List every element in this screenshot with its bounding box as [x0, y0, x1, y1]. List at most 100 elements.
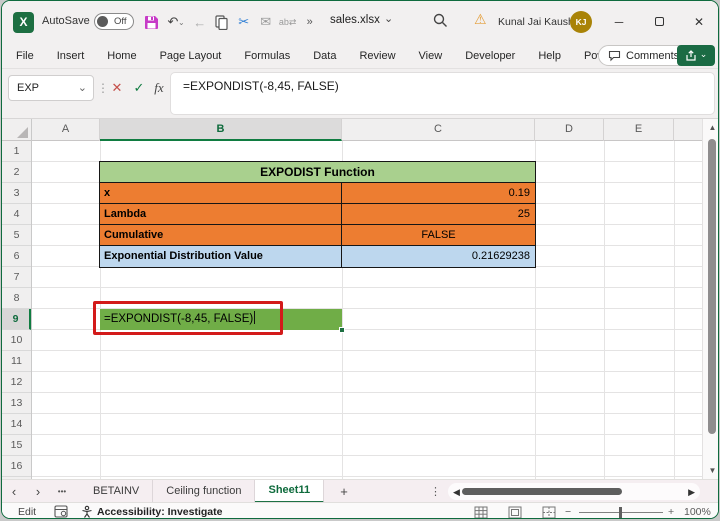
row-header-4[interactable]: 4 — [2, 204, 31, 225]
cell-b5-label[interactable]: Cumulative — [100, 225, 342, 245]
zoom-slider[interactable] — [579, 507, 663, 518]
tab-page-layout[interactable]: Page Layout — [160, 50, 222, 62]
excel-window: X AutoSave Off ↶ ⌄ ← ✂ ✉ ab⇄ » sales.xls… — [1, 0, 719, 519]
warning-icon[interactable]: ⚠ — [474, 11, 487, 28]
name-box-dropdown-icon[interactable]: ⌄ — [78, 76, 87, 100]
all-sheets-icon[interactable]: ••• — [50, 487, 74, 496]
accessibility-icon[interactable] — [80, 505, 94, 518]
table-title-cell[interactable]: EXPODIST Function — [100, 162, 535, 183]
cut-scissors-icon[interactable]: ✂ — [233, 11, 255, 33]
search-icon[interactable] — [432, 12, 449, 34]
zoom-out-button[interactable]: − — [565, 506, 571, 518]
row-header-1[interactable]: 1 — [2, 141, 31, 162]
sheet-nav-right-icon[interactable]: › — [26, 484, 50, 499]
cell-b3-label[interactable]: x — [100, 183, 342, 203]
sheet-tab-betainv[interactable]: BETAINV — [80, 479, 154, 503]
horizontal-scrollbar[interactable]: ◀ ▶ — [448, 483, 700, 500]
normal-view-icon[interactable] — [474, 506, 488, 518]
insert-function-button[interactable]: fx — [148, 75, 170, 101]
vertical-scrollbar-thumb[interactable] — [708, 139, 716, 434]
column-header-e[interactable]: E — [604, 119, 674, 141]
macro-record-icon[interactable] — [54, 505, 68, 518]
cell-c6-value[interactable]: 0.21629238 — [342, 246, 535, 267]
autosave-label: AutoSave — [42, 15, 90, 27]
column-header-c[interactable]: C — [342, 119, 535, 141]
excel-logo-icon[interactable]: X — [13, 12, 34, 33]
new-sheet-button[interactable]: + — [324, 484, 364, 499]
accessibility-status[interactable]: Accessibility: Investigate — [97, 506, 222, 518]
scroll-down-icon[interactable]: ▼ — [703, 466, 718, 475]
sheet-tab-sheet11-active[interactable]: Sheet11 — [255, 479, 325, 503]
formula-input[interactable]: =EXPONDIST(-8,45, FALSE) — [170, 72, 715, 115]
zoom-in-button[interactable]: + — [668, 506, 674, 518]
column-header-b-selected[interactable]: B — [100, 119, 342, 141]
user-name[interactable]: Kunal Jai Kaushik — [498, 16, 581, 28]
tab-formulas[interactable]: Formulas — [244, 50, 290, 62]
row-header-2[interactable]: 2 — [2, 162, 31, 183]
title-dropdown-icon[interactable]: ⌄ — [384, 12, 393, 25]
row-header-13[interactable]: 13 — [2, 393, 31, 414]
share-button[interactable]: ⌄ — [677, 45, 715, 66]
cell-b4-label[interactable]: Lambda — [100, 204, 342, 224]
row-header-16[interactable]: 16 — [2, 456, 31, 477]
name-box[interactable]: EXP ⌄ — [8, 75, 94, 101]
row-header-5[interactable]: 5 — [2, 225, 31, 246]
row-header-14[interactable]: 14 — [2, 414, 31, 435]
scroll-left-icon[interactable]: ◀ — [453, 487, 460, 498]
row-header-7[interactable]: 7 — [2, 267, 31, 288]
tabbar-options-icon[interactable]: ⋮ — [430, 485, 441, 498]
cell-b6-label[interactable]: Exponential Distribution Value — [100, 246, 342, 267]
tab-file[interactable]: File — [16, 50, 34, 62]
maximize-button[interactable] — [645, 9, 673, 35]
cancel-button[interactable]: ✕ — [106, 75, 128, 101]
row-header-8[interactable]: 8 — [2, 288, 31, 309]
sheet-tab-ceiling-function[interactable]: Ceiling function — [153, 479, 256, 503]
autosave-toggle[interactable]: Off — [94, 13, 134, 30]
minimize-button[interactable]: ─ — [605, 9, 633, 35]
column-header-a[interactable]: A — [32, 119, 100, 141]
row-header-6[interactable]: 6 — [2, 246, 31, 267]
cell-c4-value[interactable]: 25 — [342, 204, 535, 224]
row-header-12[interactable]: 12 — [2, 372, 31, 393]
column-header-partial[interactable] — [674, 119, 702, 141]
tab-home[interactable]: Home — [107, 50, 136, 62]
copy-icon[interactable] — [211, 11, 233, 33]
tab-developer[interactable]: Developer — [465, 50, 515, 62]
document-title[interactable]: sales.xlsx — [330, 14, 380, 26]
sheet-nav-left-icon[interactable]: ‹ — [2, 484, 26, 499]
page-break-preview-icon[interactable] — [542, 506, 556, 518]
zoom-level[interactable]: 100% — [684, 506, 711, 518]
enter-button[interactable]: ✓ — [128, 75, 150, 101]
tab-help[interactable]: Help — [538, 50, 561, 62]
tab-insert[interactable]: Insert — [57, 50, 85, 62]
zoom-slider-thumb[interactable] — [619, 507, 622, 518]
save-icon[interactable] — [140, 11, 162, 33]
fill-handle[interactable] — [339, 327, 345, 333]
tab-data[interactable]: Data — [313, 50, 336, 62]
horizontal-scrollbar-thumb[interactable] — [462, 488, 622, 495]
comments-button[interactable]: Comments — [598, 45, 690, 66]
table-row: Exponential Distribution Value 0.2162923… — [100, 246, 535, 267]
table-row: Lambda 25 — [100, 204, 535, 225]
tab-review[interactable]: Review — [359, 50, 395, 62]
row-header-10[interactable]: 10 — [2, 330, 31, 351]
page-layout-view-icon[interactable] — [508, 506, 522, 518]
cell-mode-indicator: Edit — [18, 506, 37, 518]
row-header-9-selected[interactable]: 9 — [2, 309, 31, 330]
user-avatar[interactable]: KJ — [570, 11, 592, 33]
column-header-d[interactable]: D — [535, 119, 604, 141]
formula-text: =EXPONDIST(-8,45, FALSE) — [183, 79, 339, 93]
vertical-scrollbar[interactable]: ▲ ▼ — [702, 119, 718, 479]
select-all-corner[interactable] — [2, 119, 32, 141]
tab-view[interactable]: View — [419, 50, 443, 62]
scroll-right-icon[interactable]: ▶ — [688, 487, 695, 498]
undo-dropdown-icon[interactable]: ⌄ — [178, 18, 185, 27]
cell-c5-value[interactable]: FALSE — [342, 225, 535, 245]
toolbar-overflow-icon[interactable]: » — [299, 11, 321, 33]
row-header-15[interactable]: 15 — [2, 435, 31, 456]
row-header-3[interactable]: 3 — [2, 183, 31, 204]
cell-c3-value[interactable]: 0.19 — [342, 183, 535, 203]
close-button[interactable]: ✕ — [685, 9, 713, 35]
scroll-up-icon[interactable]: ▲ — [703, 123, 718, 132]
row-header-11[interactable]: 11 — [2, 351, 31, 372]
